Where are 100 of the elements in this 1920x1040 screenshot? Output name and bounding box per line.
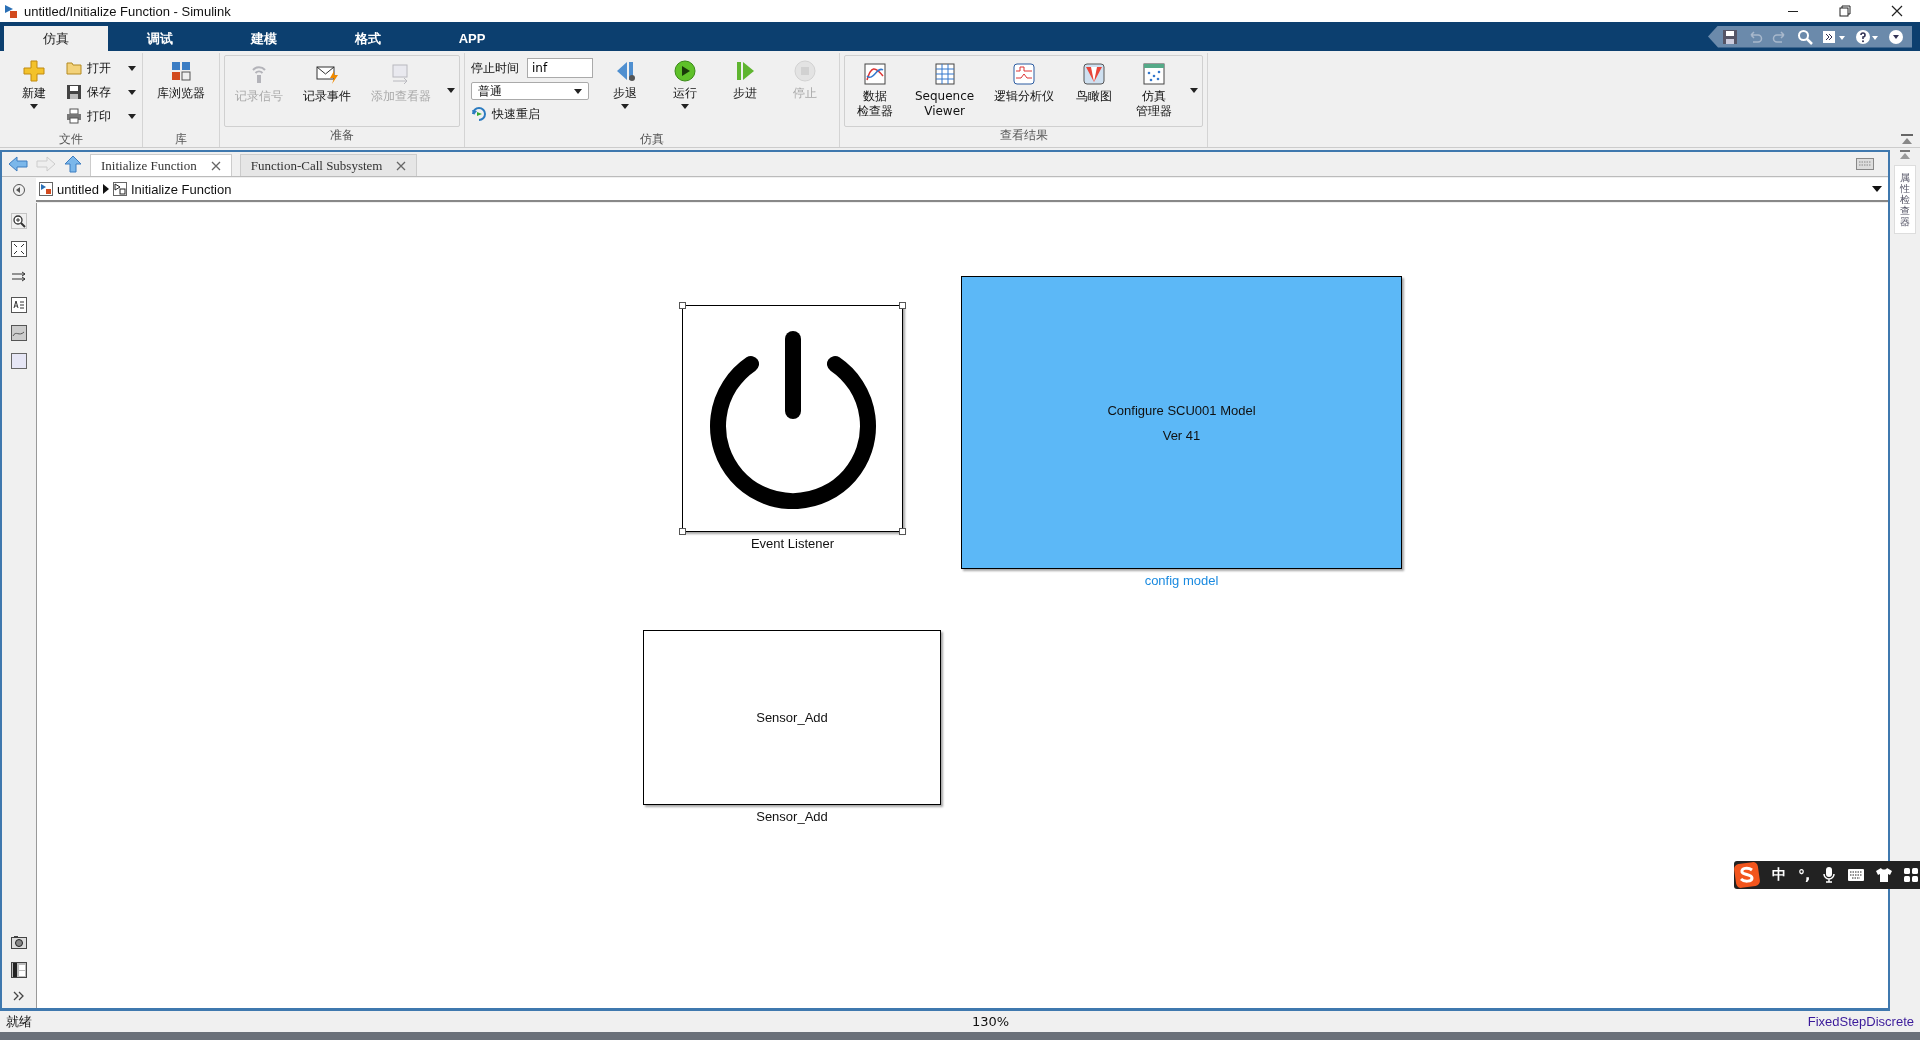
ime-logo-icon[interactable] xyxy=(1734,862,1760,888)
grid-icon[interactable] xyxy=(1904,868,1919,882)
help-icon[interactable] xyxy=(1855,28,1879,45)
punctuation-toggle[interactable]: °, xyxy=(1798,867,1811,883)
back-arrow-icon[interactable] xyxy=(8,156,28,172)
selection-handle[interactable] xyxy=(679,302,686,309)
ribbon-button[interactable]: 新建 xyxy=(6,55,62,109)
ribbon-button[interactable]: Sequence Viewer xyxy=(907,58,983,119)
status-text: 就绪 xyxy=(6,1012,32,1031)
forward-star-icon[interactable] xyxy=(1822,28,1846,45)
ribbon-button[interactable]: 鸟瞰图 xyxy=(1066,58,1123,104)
close-icon[interactable] xyxy=(396,160,407,171)
fit-view-icon[interactable] xyxy=(11,241,27,257)
image-icon[interactable] xyxy=(11,325,27,341)
editor-tab[interactable]: Function-Call Subsystem xyxy=(239,154,418,176)
dropdown-caret-icon[interactable] xyxy=(1872,186,1882,192)
ribbon-tab[interactable]: 仿真 xyxy=(4,26,108,51)
ribbon-button[interactable]: 打印 xyxy=(66,106,136,126)
collapse-icon[interactable] xyxy=(1900,133,1914,145)
printer-icon xyxy=(66,108,82,124)
ribbon-button[interactable]: 保存 xyxy=(66,82,136,102)
camera-icon[interactable] xyxy=(11,934,27,950)
microphone-icon[interactable] xyxy=(1822,867,1837,883)
stop-icon xyxy=(793,59,817,83)
caret-icon xyxy=(128,113,136,119)
ribbon-button[interactable]: 数据 检查器 xyxy=(847,58,903,119)
breadcrumb-item[interactable]: Initialize Function xyxy=(130,181,232,197)
block-text: Sensor_Add xyxy=(756,710,828,725)
window-title: untitled/Initialize Function - Simulink xyxy=(24,3,231,19)
group-title: 文件 xyxy=(58,131,84,147)
ribbon-button[interactable]: 步进 xyxy=(717,55,773,101)
ribbon-button[interactable]: 记录事件 xyxy=(295,58,359,104)
caret-icon xyxy=(102,184,109,194)
keyboard-icon[interactable] xyxy=(1848,869,1865,881)
selection-handle[interactable] xyxy=(899,528,906,535)
sequence-grid-icon xyxy=(932,62,957,86)
caret-icon xyxy=(128,89,136,95)
caret-icon xyxy=(574,88,582,94)
selection-handle[interactable] xyxy=(679,528,686,535)
editor-tab[interactable]: Initialize Function xyxy=(90,154,232,176)
subsystem-icon xyxy=(112,182,127,196)
model-icon xyxy=(39,182,53,196)
property-inspector-tab[interactable]: 属性检查器 xyxy=(1894,165,1916,234)
group-title: 查看结果 xyxy=(998,127,1049,143)
group-title: 库 xyxy=(174,131,188,147)
ribbon-button[interactable]: 库浏览器 xyxy=(149,55,213,101)
fast-restart-icon xyxy=(471,106,487,122)
area-icon[interactable] xyxy=(11,353,27,369)
shirt-icon[interactable] xyxy=(1876,868,1893,882)
zoom-in-icon[interactable] xyxy=(11,213,27,229)
selection-handle[interactable] xyxy=(899,302,906,309)
subsystem-block[interactable]: Configure SCU001 Model Ver 41 xyxy=(961,276,1402,569)
line-chart-icon xyxy=(863,62,887,86)
ribbon-button[interactable]: 仿真 管理器 xyxy=(1126,58,1183,119)
fan-icon xyxy=(1082,62,1107,86)
collapse-ribbon-icon[interactable] xyxy=(1888,28,1904,45)
more-options-icon[interactable] xyxy=(444,87,458,95)
caret-icon xyxy=(30,104,38,109)
close-icon[interactable] xyxy=(210,160,221,171)
save-icon[interactable] xyxy=(1722,28,1738,45)
ribbon-button[interactable]: 运行 xyxy=(657,55,713,109)
caret-icon xyxy=(621,104,629,109)
property-panel-icon[interactable] xyxy=(11,962,27,978)
hide-browser-icon[interactable] xyxy=(12,183,26,197)
ribbon-button[interactable]: 打开 xyxy=(66,58,136,78)
annotation-icon[interactable] xyxy=(11,297,27,313)
stop-time-field[interactable]: inf xyxy=(527,58,593,78)
collapse-icon[interactable] xyxy=(1899,150,1911,160)
up-arrow-icon[interactable] xyxy=(64,155,82,173)
ribbon-tab[interactable]: 格式 xyxy=(316,26,420,51)
folder-icon xyxy=(66,60,82,76)
solver-link[interactable]: FixedStepDiscrete xyxy=(1807,1014,1914,1029)
ribbon-button[interactable]: 步退 xyxy=(597,55,653,109)
ribbon-button[interactable]: 快速重启 xyxy=(471,104,593,124)
app-icon xyxy=(4,4,18,18)
search-icon[interactable] xyxy=(1797,28,1813,45)
ribbon-button[interactable]: 逻辑分析仪 xyxy=(986,58,1063,104)
expand-icon[interactable] xyxy=(12,990,26,1002)
block-link[interactable]: config model xyxy=(1144,573,1219,588)
caret-icon xyxy=(681,104,689,109)
ribbon-tab[interactable]: 建模 xyxy=(212,26,316,51)
plus-icon xyxy=(22,59,46,83)
block-text: Configure SCU001 Model xyxy=(1107,402,1256,418)
ribbon-tab[interactable]: APP xyxy=(420,26,524,51)
ribbon-tab[interactable]: 调试 xyxy=(108,26,212,51)
field-label: 停止时间 xyxy=(471,59,519,77)
group-title: 仿真 xyxy=(639,131,665,147)
save-icon xyxy=(66,84,82,100)
power-block[interactable] xyxy=(682,305,903,532)
zoom-level: 130% xyxy=(972,1014,1010,1029)
dot-grid-icon xyxy=(1142,62,1167,86)
breadcrumb-item[interactable]: untitled xyxy=(57,181,99,197)
block-label: Event Listener xyxy=(750,536,835,551)
block-text: Ver 41 xyxy=(1162,427,1201,443)
subsystem-block[interactable]: Sensor_Add xyxy=(643,630,941,805)
group-title: 准备 xyxy=(329,127,355,143)
caret-icon xyxy=(128,65,136,71)
waveform-icon xyxy=(1012,62,1037,86)
mode-dropdown[interactable]: 普通 xyxy=(471,82,589,100)
ime-mode[interactable]: 中 xyxy=(1772,866,1786,884)
